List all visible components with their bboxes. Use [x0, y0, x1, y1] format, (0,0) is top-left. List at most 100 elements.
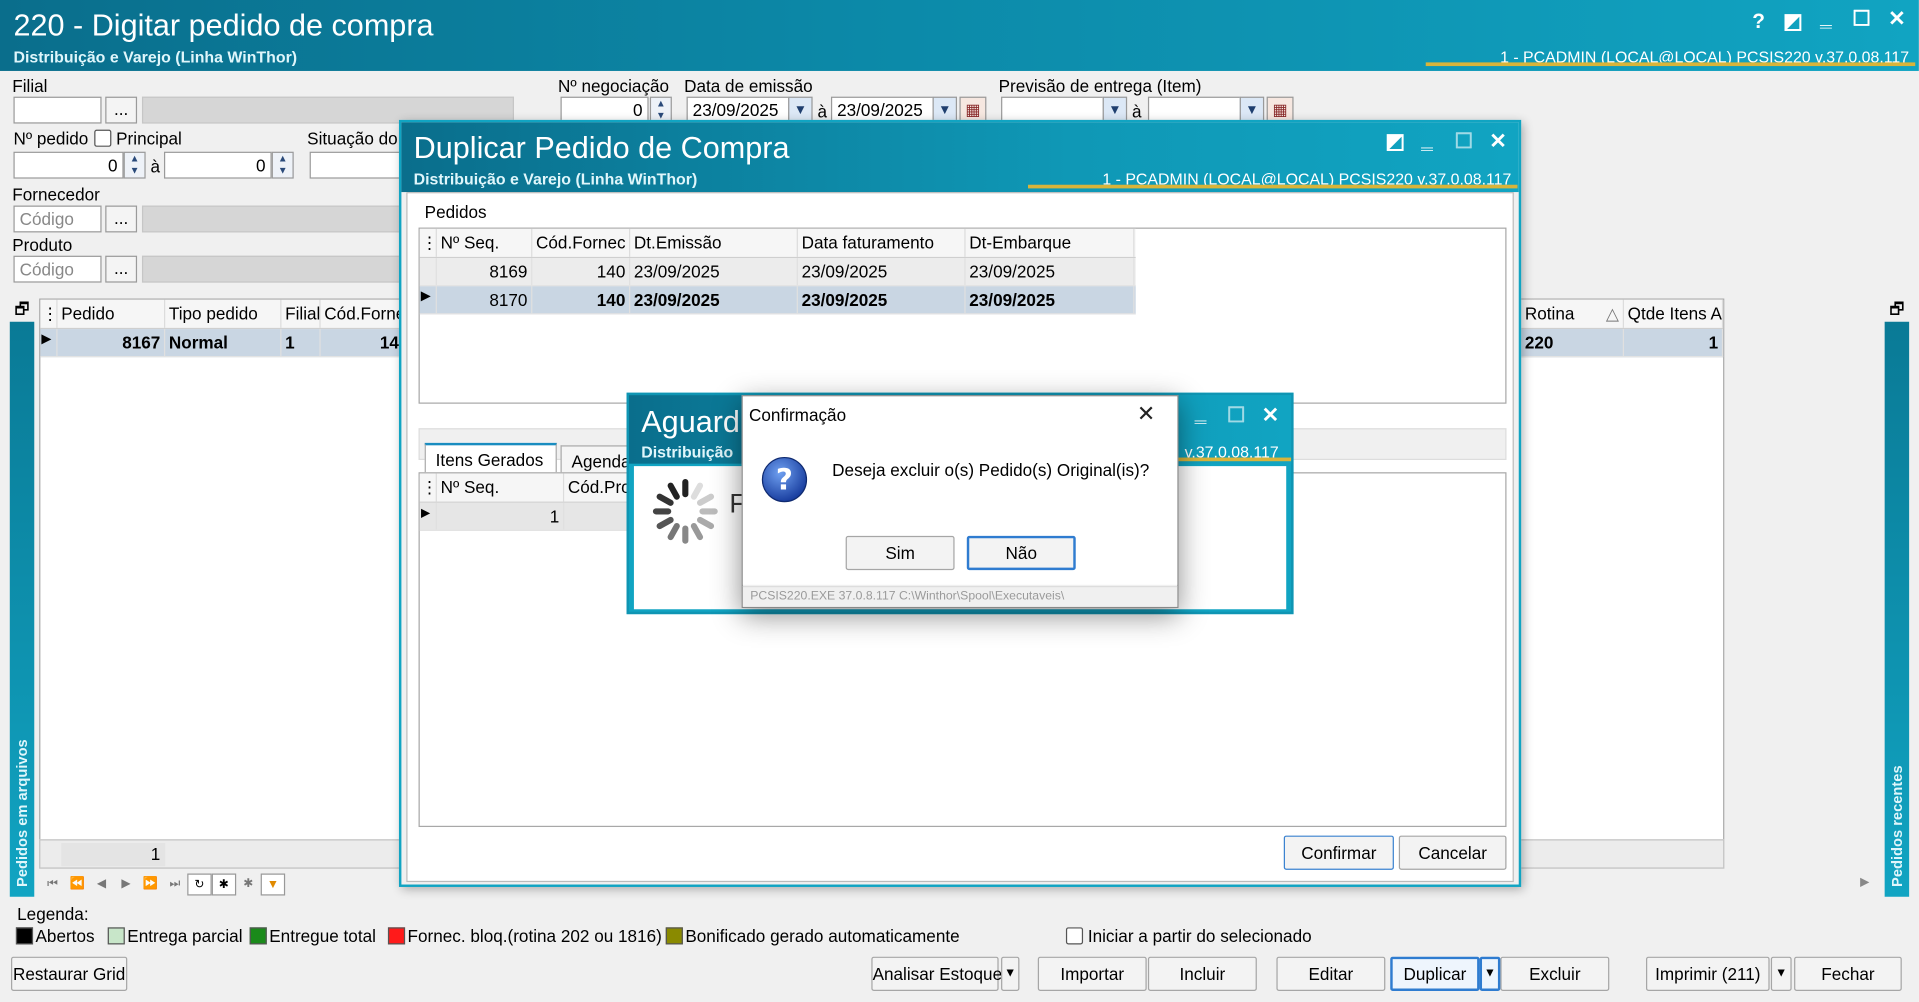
- float-panel-right-icon[interactable]: 🗗: [1885, 299, 1909, 321]
- asterisk-disabled-icon[interactable]: ✱: [236, 874, 260, 896]
- minimize-icon[interactable]: ‗: [1412, 127, 1441, 151]
- fornecedor-description: [141, 205, 412, 233]
- legend-swatch: [15, 927, 34, 945]
- close-icon[interactable]: ✕: [1483, 130, 1512, 154]
- restore-layout-icon[interactable]: ◩: [1778, 10, 1807, 34]
- float-panel-icon[interactable]: 🗗: [10, 299, 34, 321]
- fechar-button[interactable]: Fechar: [1794, 956, 1902, 991]
- tab-agendar[interactable]: Agendar: [560, 445, 636, 475]
- maximize-icon[interactable]: ☐: [1221, 404, 1250, 428]
- grid-navigator: ⏮ ⏪ ◀ ▶ ⏩ ⏭ ↻ ✱ ✱ ▼: [40, 873, 286, 896]
- col-filial[interactable]: Filial: [281, 299, 321, 328]
- principal-checkbox[interactable]: Principal: [94, 128, 182, 148]
- excluir-button[interactable]: Excluir: [1500, 956, 1610, 991]
- asterisk-icon[interactable]: ✱: [211, 873, 237, 896]
- pedidos-dup-grid[interactable]: ⋮ Nº Seq. Cód.Fornec Dt.Emissão Data fat…: [418, 227, 1507, 404]
- last-record-icon[interactable]: ⏭: [163, 874, 187, 896]
- table-row[interactable]: ▶ 8170 140 23/09/2025 23/09/2025 23/09/2…: [419, 286, 1136, 315]
- produto-description: [141, 255, 412, 283]
- prev-page-icon[interactable]: ⏪: [65, 874, 89, 896]
- filial-input[interactable]: [13, 96, 102, 124]
- nao-button[interactable]: Não: [966, 535, 1076, 571]
- confirmacao-status: PCSIS220.EXE 37.0.8.117 C:\Winthor\Spool…: [742, 586, 1178, 607]
- fornecedor-lookup-button[interactable]: ...: [105, 205, 138, 233]
- tab-itens-gerados[interactable]: Itens Gerados: [424, 442, 557, 473]
- close-icon[interactable]: ✕: [1137, 401, 1155, 427]
- table-row[interactable]: 8169 140 23/09/2025 23/09/2025 23/09/202…: [419, 258, 1136, 287]
- confirmar-button[interactable]: Confirmar: [1283, 835, 1394, 870]
- maximize-icon[interactable]: ☐: [1847, 7, 1876, 31]
- legend-swatch: [665, 927, 683, 945]
- minimize-icon[interactable]: ‗: [1811, 5, 1840, 29]
- col-item-num-seq[interactable]: Nº Seq.: [437, 473, 565, 502]
- help-icon[interactable]: ?: [1744, 10, 1773, 34]
- duplicar-dropdown[interactable]: ▼: [1479, 956, 1501, 991]
- sim-button[interactable]: Sim: [845, 535, 955, 571]
- legend-item-abertos: Abertos: [15, 926, 95, 946]
- table-row-right[interactable]: 220 1: [1521, 329, 1724, 358]
- iniciar-checkbox[interactable]: Iniciar a partir do selecionado: [1065, 926, 1312, 946]
- grid-menu-icon[interactable]: ⋮: [40, 299, 58, 328]
- grid-menu-icon[interactable]: ⋮: [420, 473, 437, 502]
- close-icon[interactable]: ✕: [1882, 7, 1911, 31]
- next-page-icon[interactable]: ⏩: [138, 874, 162, 896]
- grid-menu-icon[interactable]: ⋮: [420, 228, 437, 257]
- data-emissao-label: Data de emissão: [684, 75, 813, 96]
- num-negociacao-label: Nº negociação: [558, 75, 670, 96]
- incluir-button[interactable]: Incluir: [1147, 956, 1257, 991]
- pedidos-recentes-tab[interactable]: Pedidos recentes: [1884, 321, 1910, 897]
- next-record-icon[interactable]: ▶: [114, 874, 138, 896]
- importar-button[interactable]: Importar: [1037, 956, 1147, 991]
- filter-icon[interactable]: ▼: [260, 873, 286, 896]
- scroll-right-icon[interactable]: ▶: [1860, 876, 1869, 889]
- restore-layout-icon[interactable]: ◩: [1380, 130, 1409, 154]
- refresh-icon[interactable]: ↻: [187, 873, 212, 896]
- fornecedor-label: Fornecedor: [12, 184, 100, 205]
- col-cod-fornec[interactable]: Cód.Forne: [321, 299, 404, 328]
- num-pedido-to-spinner[interactable]: ▲ ▼: [271, 151, 294, 179]
- col-cod-fornec[interactable]: Cód.Fornec: [532, 228, 631, 257]
- first-record-icon[interactable]: ⏮: [40, 874, 64, 896]
- imprimir-button[interactable]: Imprimir (211): [1646, 956, 1770, 991]
- legend-item-fornec-bloq: Fornec. bloq.(rotina 202 ou 1816): [387, 926, 662, 946]
- confirmacao-titlebar: Confirmação ✕: [742, 396, 1178, 436]
- cancelar-button[interactable]: Cancelar: [1398, 835, 1507, 870]
- col-data-faturamento[interactable]: Data faturamento: [798, 228, 966, 257]
- analisar-estoque-dropdown[interactable]: ▼: [1001, 956, 1020, 991]
- num-pedido-from[interactable]: 0: [13, 151, 124, 179]
- window-title: 220 - Digitar pedido de compra: [13, 8, 434, 43]
- close-icon[interactable]: ✕: [1256, 404, 1285, 428]
- col-rotina[interactable]: Rotina △: [1521, 299, 1624, 328]
- analisar-estoque-button[interactable]: Analisar Estoque: [871, 956, 1002, 991]
- imprimir-dropdown[interactable]: ▼: [1770, 956, 1792, 991]
- app-window: 220 - Digitar pedido de compra Distribui…: [0, 0, 1919, 1002]
- filial-lookup-button[interactable]: ...: [105, 96, 138, 124]
- maximize-icon[interactable]: ☐: [1449, 130, 1478, 154]
- num-pedido-sep: à: [150, 156, 161, 177]
- col-num-seq[interactable]: Nº Seq.: [437, 228, 533, 257]
- minimize-icon[interactable]: ‗: [1186, 400, 1215, 424]
- col-pedido[interactable]: Pedido: [58, 299, 166, 328]
- col-dt-emissao[interactable]: Dt.Emissão: [630, 228, 798, 257]
- duplicar-dialog-titlebar: Duplicar Pedido de Compra Distribuição e…: [401, 122, 1519, 193]
- pedidos-arquivos-tab[interactable]: Pedidos em arquivos: [9, 321, 35, 897]
- col-tipo-pedido[interactable]: Tipo pedido: [165, 299, 282, 328]
- prev-record-icon[interactable]: ◀: [89, 874, 113, 896]
- editar-button[interactable]: Editar: [1276, 956, 1386, 991]
- table-row[interactable]: ▶ 1: [419, 502, 641, 531]
- title-accent: [1425, 62, 1916, 67]
- restaurar-grid-button[interactable]: Restaurar Grid: [11, 956, 128, 991]
- col-dt-embarque[interactable]: Dt-Embarque: [966, 228, 1135, 257]
- iniciar-checkbox-box[interactable]: [1065, 927, 1084, 945]
- confirmacao-dialog: Confirmação ✕ ? Deseja excluir o(s) Pedi…: [741, 395, 1179, 609]
- produto-lookup-button[interactable]: ...: [105, 255, 138, 283]
- situacao-input[interactable]: [309, 151, 408, 179]
- num-pedido-to[interactable]: 0: [163, 151, 272, 179]
- num-pedido-from-spinner[interactable]: ▲ ▼: [123, 151, 146, 179]
- produto-label: Produto: [12, 234, 73, 255]
- fornecedor-codigo-input[interactable]: Código: [13, 205, 102, 233]
- col-qtde-itens[interactable]: Qtde Itens A: [1624, 299, 1724, 328]
- duplicar-button[interactable]: Duplicar: [1390, 956, 1480, 991]
- produto-codigo-input[interactable]: Código: [13, 255, 102, 283]
- principal-checkbox-box[interactable]: [94, 129, 112, 147]
